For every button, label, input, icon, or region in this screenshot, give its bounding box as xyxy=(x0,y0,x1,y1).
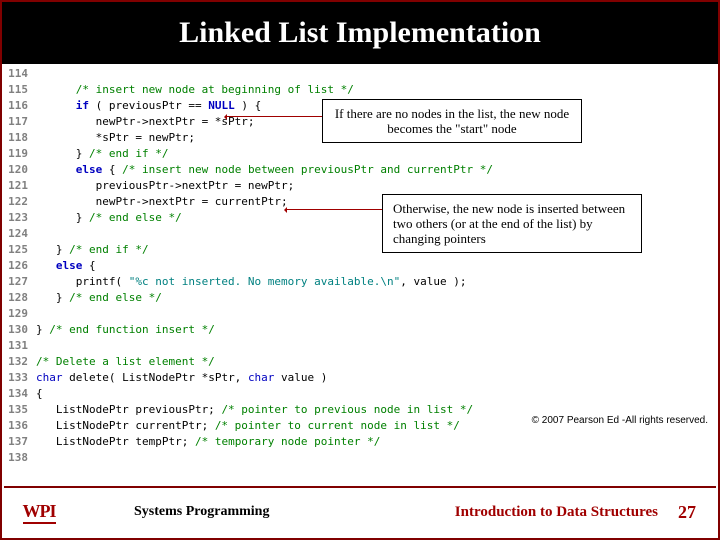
code-text: /* insert new node at beginning of list … xyxy=(36,82,354,98)
code-line: 137 ListNodePtr tempPtr; /* temporary no… xyxy=(2,434,718,450)
line-number: 137 xyxy=(2,434,36,450)
code-line: 132/* Delete a list element */ xyxy=(2,354,718,370)
code-line: 131 xyxy=(2,338,718,354)
code-line: 138 xyxy=(2,450,718,466)
callout-otherwise: Otherwise, the new node is inserted betw… xyxy=(382,194,642,253)
code-text: *sPtr = newPtr; xyxy=(36,130,195,146)
line-number: 136 xyxy=(2,418,36,434)
line-number: 118 xyxy=(2,130,36,146)
line-number: 128 xyxy=(2,290,36,306)
arrow-icon xyxy=(287,209,382,210)
line-number: 122 xyxy=(2,194,36,210)
footer-left: Systems Programming xyxy=(134,504,269,520)
code-text: } /* end function insert */ xyxy=(36,322,215,338)
code-text: else { xyxy=(36,258,96,274)
code-text: ListNodePtr currentPtr; /* pointer to cu… xyxy=(36,418,460,434)
line-number: 115 xyxy=(2,82,36,98)
code-text: { xyxy=(36,386,43,402)
line-number: 123 xyxy=(2,210,36,226)
code-text: ListNodePtr tempPtr; /* temporary node p… xyxy=(36,434,380,450)
line-number: 129 xyxy=(2,306,36,322)
line-number: 130 xyxy=(2,322,36,338)
line-number: 124 xyxy=(2,226,36,242)
code-line: 129 xyxy=(2,306,718,322)
page-number: 27 xyxy=(678,502,696,523)
line-number: 138 xyxy=(2,450,36,466)
code-text: else { /* insert new node between previo… xyxy=(36,162,493,178)
code-line: 128 } /* end else */ xyxy=(2,290,718,306)
line-number: 131 xyxy=(2,338,36,354)
line-number: 116 xyxy=(2,98,36,114)
line-number: 119 xyxy=(2,146,36,162)
code-line: 121 previousPtr->nextPtr = newPtr; xyxy=(2,178,718,194)
code-text: /* Delete a list element */ xyxy=(36,354,215,370)
line-number: 132 xyxy=(2,354,36,370)
code-line: 134{ xyxy=(2,386,718,402)
code-text: if ( previousPtr == NULL ) { xyxy=(36,98,261,114)
code-line: 114 xyxy=(2,66,718,82)
code-text: ListNodePtr previousPtr; /* pointer to p… xyxy=(36,402,473,418)
page-title: Linked List Implementation xyxy=(179,16,541,50)
code-line: 130} /* end function insert */ xyxy=(2,322,718,338)
code-line: 120 else { /* insert new node between pr… xyxy=(2,162,718,178)
code-text: char delete( ListNodePtr *sPtr, char val… xyxy=(36,370,327,386)
line-number: 114 xyxy=(2,66,36,82)
code-line: 119 } /* end if */ xyxy=(2,146,718,162)
line-number: 133 xyxy=(2,370,36,386)
footer-right: Introduction to Data Structures xyxy=(455,504,658,521)
callout-no-nodes: If there are no nodes in the list, the n… xyxy=(322,99,582,143)
code-line: 133char delete( ListNodePtr *sPtr, char … xyxy=(2,370,718,386)
code-text: } /* end if */ xyxy=(36,146,168,162)
title-bar: Linked List Implementation xyxy=(2,2,718,64)
line-number: 121 xyxy=(2,178,36,194)
slide: Linked List Implementation If there are … xyxy=(0,0,720,540)
footer: WPI Systems Programming Introduction to … xyxy=(4,486,716,536)
logo: WPI xyxy=(4,501,74,524)
code-text: newPtr->nextPtr = currentPtr; xyxy=(36,194,288,210)
line-number: 117 xyxy=(2,114,36,130)
line-number: 135 xyxy=(2,402,36,418)
copyright-text: © 2007 Pearson Ed -All rights reserved. xyxy=(532,415,708,426)
line-number: 127 xyxy=(2,274,36,290)
line-number: 134 xyxy=(2,386,36,402)
code-text: } /* end if */ xyxy=(36,242,149,258)
line-number: 125 xyxy=(2,242,36,258)
arrow-icon xyxy=(227,116,322,117)
logo-text: WPI xyxy=(23,501,56,524)
code-text: } /* end else */ xyxy=(36,210,182,226)
code-line: 126 else { xyxy=(2,258,718,274)
code-line: 127 printf( "%c not inserted. No memory … xyxy=(2,274,718,290)
code-area: If there are no nodes in the list, the n… xyxy=(2,64,718,484)
code-line: 115 /* insert new node at beginning of l… xyxy=(2,82,718,98)
code-text: previousPtr->nextPtr = newPtr; xyxy=(36,178,294,194)
code-text: printf( "%c not inserted. No memory avai… xyxy=(36,274,466,290)
code-text: } /* end else */ xyxy=(36,290,162,306)
line-number: 120 xyxy=(2,162,36,178)
line-number: 126 xyxy=(2,258,36,274)
